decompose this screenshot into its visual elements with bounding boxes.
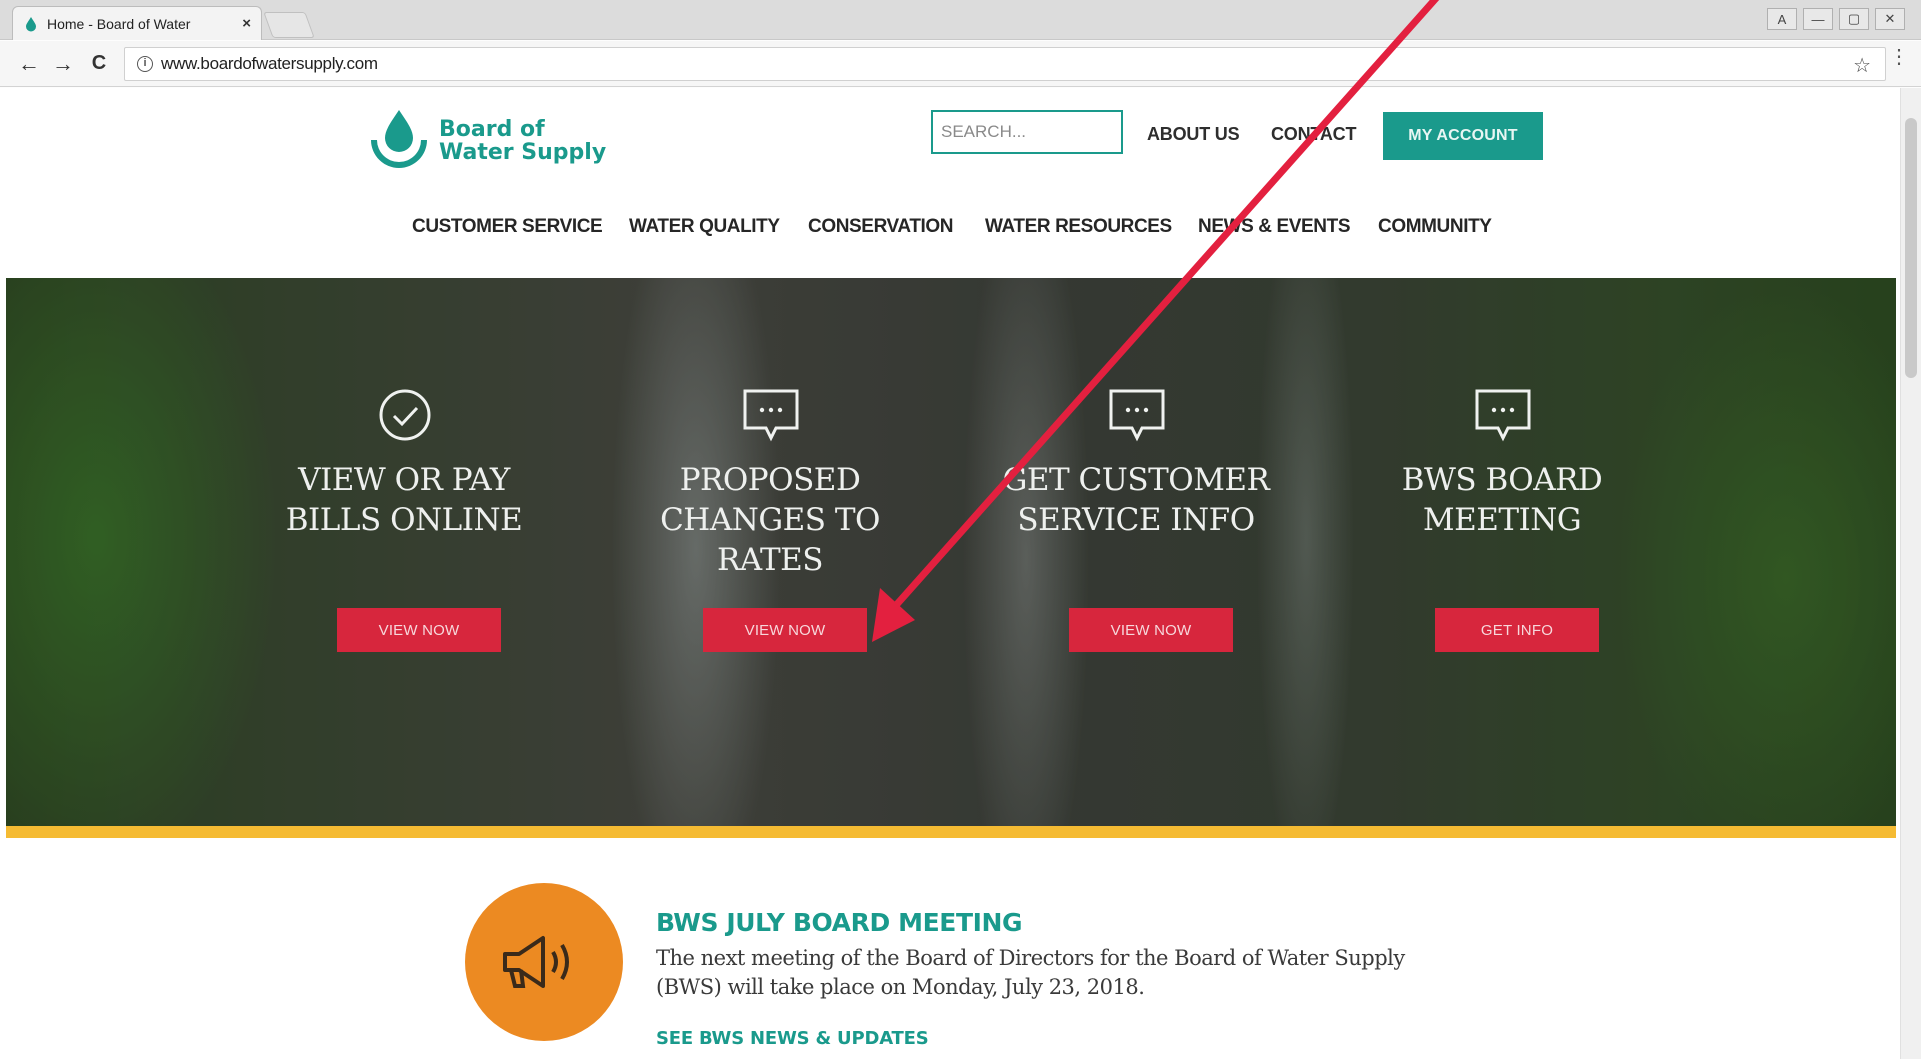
scrollbar-thumb[interactable] — [1905, 118, 1917, 378]
logo-text: Board of Water Supply — [439, 118, 606, 164]
minimize-icon[interactable]: — — [1803, 8, 1833, 30]
cta-title-line: GET CUSTOMER — [1002, 462, 1270, 498]
cta-title-line: MEETING — [1422, 502, 1582, 538]
search-input[interactable] — [931, 110, 1123, 154]
hero-banner: VIEW OR PAY BILLS ONLINE VIEW NOW PROPOS… — [6, 278, 1896, 826]
nav-news-events[interactable]: NEWS & EVENTS — [1198, 216, 1351, 238]
cta-title-line: BILLS ONLINE — [285, 502, 523, 538]
nav-customer-service[interactable]: CUSTOMER SERVICE — [412, 216, 603, 238]
profile-icon[interactable]: A — [1767, 8, 1797, 30]
back-arrow-icon[interactable]: ← — [16, 51, 42, 77]
see-news-link[interactable]: SEE BWS NEWS & UPDATES — [656, 1028, 929, 1049]
browser-menu-icon[interactable]: ⋮ — [1889, 47, 1909, 67]
chat-bubble-icon — [743, 389, 799, 442]
close-window-icon[interactable]: ✕ — [1875, 8, 1905, 30]
cta-title: VIEW OR PAY BILLS ONLINE — [254, 460, 554, 540]
browser-tab-bar: Home - Board of Water × A — ▢ ✕ — [0, 0, 1921, 40]
my-account-button[interactable]: MY ACCOUNT — [1383, 112, 1543, 160]
view-bills-button[interactable]: VIEW NOW — [337, 608, 501, 652]
cta-title-line: SERVICE INFO — [1017, 502, 1255, 538]
nav-community[interactable]: COMMUNITY — [1378, 216, 1492, 238]
view-service-info-button[interactable]: VIEW NOW — [1069, 608, 1233, 652]
forward-arrow-icon[interactable]: → — [50, 51, 76, 77]
main-navigation: CUSTOMER SERVICE WATER QUALITY CONSERVAT… — [0, 216, 1900, 246]
nav-conservation[interactable]: CONSERVATION — [808, 216, 954, 238]
info-icon[interactable]: i — [137, 56, 153, 72]
news-body: The next meeting of the Board of Directo… — [656, 944, 1436, 1002]
news-headline[interactable]: BWS JULY BOARD MEETING — [656, 908, 1023, 937]
nav-water-resources[interactable]: WATER RESOURCES — [985, 216, 1172, 238]
water-drop-logo-icon — [371, 110, 427, 168]
reload-icon[interactable]: C — [86, 52, 112, 75]
announcement-badge — [465, 883, 623, 1041]
new-tab-button[interactable] — [263, 12, 315, 38]
check-circle-icon — [379, 389, 431, 441]
tab-close-icon[interactable]: × — [242, 15, 251, 32]
cta-title: GET CUSTOMER SERVICE INFO — [986, 460, 1286, 540]
cta-title-line: BWS BOARD — [1401, 462, 1603, 498]
maximize-icon[interactable]: ▢ — [1839, 8, 1869, 30]
nav-water-quality[interactable]: WATER QUALITY — [629, 216, 780, 238]
logo-line-2: Water Supply — [439, 140, 607, 165]
hero-accent-bar — [6, 826, 1896, 838]
page-scrollbar[interactable] — [1900, 88, 1921, 1059]
window-controls: A — ▢ ✕ — [1767, 8, 1905, 30]
about-us-link[interactable]: ABOUT US — [1147, 124, 1240, 145]
chat-bubble-icon — [1109, 389, 1165, 442]
news-body-line: The next meeting of the Board of Directo… — [656, 946, 1405, 970]
news-body-line: (BWS) will take place on Monday, July 23… — [656, 975, 1145, 999]
chat-bubble-icon — [1475, 389, 1531, 442]
logo-line-1: Board of — [439, 117, 545, 142]
view-rates-button[interactable]: VIEW NOW — [703, 608, 867, 652]
browser-tab[interactable]: Home - Board of Water × — [12, 6, 262, 40]
cta-title-line: RATES — [716, 542, 824, 578]
cta-title-line: PROPOSED — [679, 462, 861, 498]
address-bar[interactable]: i www.boardofwatersupply.com ☆ — [124, 47, 1886, 81]
bookmark-star-icon[interactable]: ☆ — [1853, 53, 1871, 78]
browser-tab-title: Home - Board of Water — [47, 15, 191, 32]
water-drop-favicon-icon — [23, 16, 39, 32]
address-url[interactable]: www.boardofwatersupply.com — [161, 54, 378, 74]
cta-title-line: VIEW OR PAY — [298, 462, 510, 498]
cta-title-line: CHANGES TO — [660, 502, 880, 538]
browser-toolbar: ← → C i www.boardofwatersupply.com ☆ ⋮ — [0, 41, 1921, 87]
cta-title: PROPOSED CHANGES TO RATES — [620, 460, 920, 580]
get-meeting-info-button[interactable]: GET INFO — [1435, 608, 1599, 652]
web-page: Board of Water Supply ABOUT US CONTACT M… — [0, 88, 1900, 1059]
cta-title: BWS BOARD MEETING — [1352, 460, 1652, 540]
site-logo[interactable]: Board of Water Supply — [365, 106, 606, 176]
megaphone-icon — [503, 936, 569, 988]
contact-link[interactable]: CONTACT — [1271, 124, 1356, 145]
